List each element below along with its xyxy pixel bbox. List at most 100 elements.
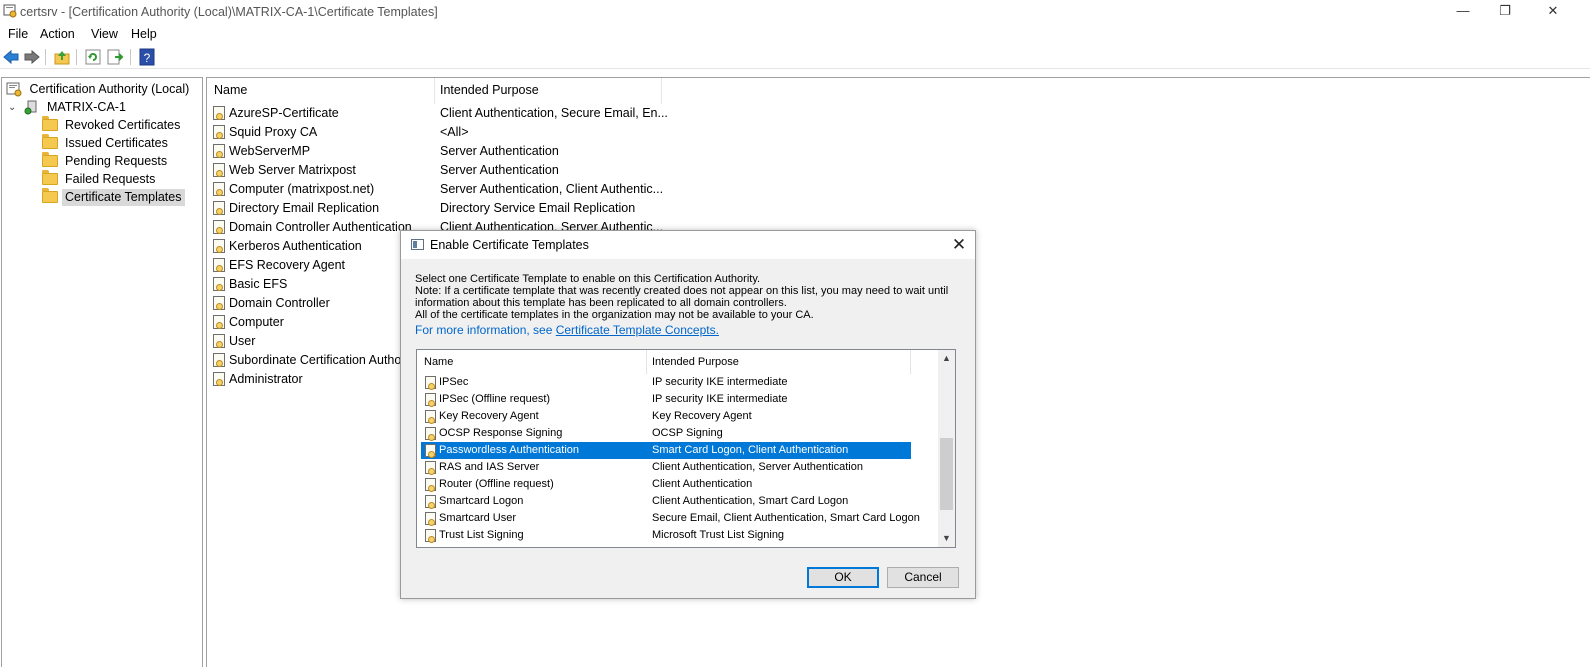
- column-divider[interactable]: [661, 78, 662, 104]
- list-item[interactable]: RAS and IAS Server Client Authentication,…: [421, 459, 911, 476]
- help-icon[interactable]: ?: [138, 48, 156, 66]
- scroll-down-arrow-icon[interactable]: ▼: [938, 530, 955, 547]
- dialog-note-text: information about this template has been…: [415, 297, 787, 309]
- dialog-note-text: All of the certificate templates in the …: [415, 309, 814, 321]
- template-name: RAS and IAS Server: [439, 461, 540, 473]
- menu-view[interactable]: View: [91, 27, 118, 41]
- restore-button[interactable]: ❐: [1482, 0, 1528, 24]
- template-purpose: Smart Card Logon, Client Authentication: [652, 444, 849, 456]
- up-folder-icon[interactable]: [53, 48, 71, 66]
- certificate-template-icon: [213, 372, 225, 386]
- template-name: Subordinate Certification Authority: [229, 353, 418, 367]
- template-purpose: Key Recovery Agent: [652, 410, 752, 422]
- tree-item-pending[interactable]: Pending Requests: [42, 151, 170, 170]
- toolbar-separator: [76, 49, 77, 65]
- column-divider[interactable]: [434, 78, 435, 104]
- export-list-icon[interactable]: [106, 48, 124, 66]
- certificate-template-icon: [425, 393, 436, 407]
- tree-item-issued[interactable]: Issued Certificates: [42, 133, 171, 152]
- template-name: Key Recovery Agent: [439, 410, 539, 422]
- template-purpose: OCSP Signing: [652, 427, 723, 439]
- ok-button[interactable]: OK: [807, 567, 879, 588]
- dialog-note-text: Note: If a certificate template that was…: [415, 285, 949, 297]
- column-divider[interactable]: [646, 350, 647, 374]
- tree-item-label: Issued Certificates: [65, 136, 168, 150]
- certificate-template-icon: [425, 529, 436, 543]
- certificate-template-icon: [213, 163, 225, 177]
- list-item[interactable]: Smartcard User Secure Email, Client Authe…: [421, 510, 920, 527]
- template-name: IPSec (Offline request): [439, 393, 551, 405]
- template-list[interactable]: Name Intended Purpose IPSec IP security I…: [416, 349, 956, 548]
- tree-item-label: Failed Requests: [65, 172, 156, 186]
- template-name: Basic EFS: [229, 277, 288, 291]
- menu-file[interactable]: File: [8, 27, 28, 41]
- template-name: Router (Offline request): [439, 478, 554, 490]
- dialog-column-purpose[interactable]: Intended Purpose: [652, 356, 739, 368]
- template-purpose: Directory Service Email Replication: [440, 201, 636, 215]
- template-name: Domain Controller: [229, 296, 330, 310]
- template-purpose: <All>: [440, 125, 469, 139]
- list-item[interactable]: IPSec (Offline request) IP security IKE i…: [421, 391, 911, 408]
- refresh-icon[interactable]: [84, 48, 102, 66]
- forward-arrow-icon[interactable]: [23, 48, 41, 66]
- vertical-scrollbar[interactable]: ▲ ▼: [938, 350, 955, 547]
- tree-item-label: Revoked Certificates: [65, 118, 181, 132]
- list-item[interactable]: OCSP Response Signing OCSP Signing: [421, 425, 911, 442]
- certificate-template-icon: [213, 182, 225, 196]
- dialog-column-name[interactable]: Name: [424, 356, 453, 368]
- back-arrow-icon[interactable]: [2, 48, 20, 66]
- template-purpose: Server Authentication: [440, 163, 559, 177]
- selected-list-item[interactable]: Passwordless Authentication Smart Card Lo…: [421, 442, 911, 459]
- list-item[interactable]: Smartcard Logon Client Authentication, Sm…: [421, 493, 911, 510]
- template-name: Domain Controller Authentication: [229, 220, 412, 234]
- close-window-button[interactable]: ✕: [1530, 0, 1576, 24]
- chevron-down-icon[interactable]: ⌄: [8, 99, 20, 116]
- folder-icon: [42, 115, 58, 131]
- list-item[interactable]: Trust List Signing Microsoft Trust List S…: [421, 527, 911, 544]
- minimize-button[interactable]: —: [1440, 0, 1486, 24]
- menu-action[interactable]: Action: [40, 27, 75, 41]
- certificate-template-icon: [425, 444, 436, 458]
- template-name: Web Server Matrixpost: [229, 163, 356, 177]
- template-purpose: Client Authentication: [652, 478, 753, 490]
- list-item[interactable]: Key Recovery Agent Key Recovery Agent: [421, 408, 911, 425]
- certificate-template-concepts-link[interactable]: Certificate Template Concepts.: [556, 323, 719, 337]
- certificate-template-icon: [425, 427, 436, 441]
- scroll-thumb[interactable]: [940, 438, 953, 510]
- certificate-template-icon: [425, 376, 436, 390]
- dialog-close-button[interactable]: ✕: [949, 235, 969, 255]
- cancel-button[interactable]: Cancel: [887, 567, 959, 588]
- column-header-name[interactable]: Name: [214, 83, 247, 97]
- dialog-instruction-text: Select one Certificate Template to enabl…: [415, 273, 761, 285]
- template-name: Administrator: [229, 372, 303, 386]
- dialog-title-bar: Enable Certificate Templates ✕: [401, 231, 975, 259]
- template-name: Computer (matrixpost.net): [229, 182, 375, 196]
- dialog-title: Enable Certificate Templates: [430, 238, 589, 252]
- tree-item-revoked[interactable]: Revoked Certificates: [42, 115, 183, 134]
- toolbar-separator: [130, 49, 131, 65]
- tree-ca-label: MATRIX-CA-1: [46, 100, 126, 114]
- column-header-purpose[interactable]: Intended Purpose: [440, 83, 539, 97]
- tree-root[interactable]: Certification Authority (Local): [6, 81, 192, 98]
- folder-icon: [42, 187, 58, 203]
- list-item[interactable]: Router (Offline request) Client Authentic…: [421, 476, 911, 493]
- template-purpose: Client Authentication, Secure Email, En.…: [440, 106, 668, 120]
- tree-item-failed[interactable]: Failed Requests: [42, 169, 158, 188]
- more-info-line: For more information, see Certificate Te…: [415, 323, 719, 337]
- certificate-template-icon: [213, 277, 225, 291]
- menu-help[interactable]: Help: [131, 27, 157, 41]
- ca-server-icon: [24, 100, 37, 115]
- template-name: EFS Recovery Agent: [229, 258, 346, 272]
- title-bar: certsrv - [Certification Authority (Loca…: [0, 0, 1590, 24]
- scroll-up-arrow-icon[interactable]: ▲: [938, 350, 955, 367]
- template-name: Passwordless Authentication: [439, 444, 580, 456]
- certificate-template-icon: [425, 410, 436, 424]
- tree-item-certificate-templates[interactable]: Certificate Templates: [42, 187, 185, 206]
- template-name: IPSec: [439, 376, 469, 388]
- list-item[interactable]: IPSec IP security IKE intermediate: [421, 374, 911, 391]
- template-purpose: Client Authentication, Smart Card Logon: [652, 495, 849, 507]
- column-divider[interactable]: [910, 350, 911, 374]
- tree-item-ca[interactable]: ⌄ MATRIX-CA-1: [8, 99, 129, 116]
- template-purpose: IP security IKE intermediate: [652, 376, 788, 388]
- template-name: Smartcard User: [439, 512, 517, 524]
